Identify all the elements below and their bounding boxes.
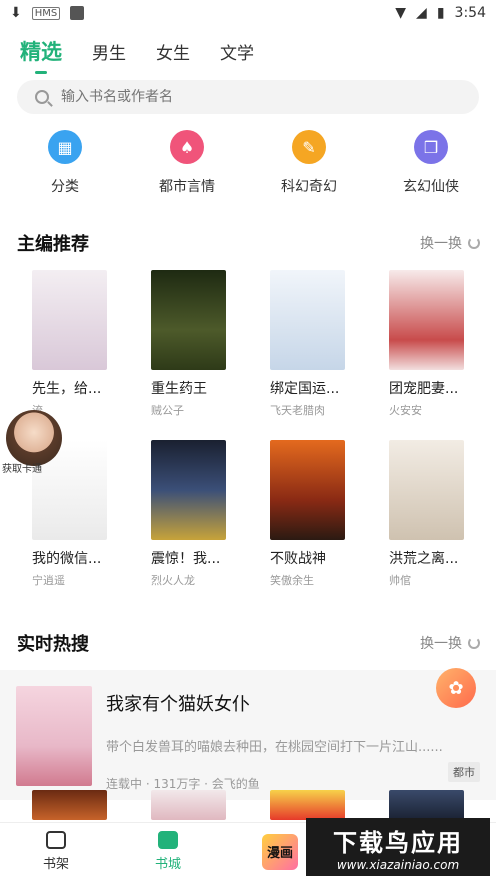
refresh-label: 换一换	[420, 636, 462, 652]
book-card[interactable]: 重生药王 贼公子	[151, 270, 226, 418]
search-bar[interactable]	[17, 80, 479, 114]
gift-icon: ✿	[448, 677, 464, 699]
book-icon: ❒	[414, 130, 448, 164]
bookshelf-icon	[46, 831, 66, 849]
book-card[interactable]: 团宠肥妻... 火安安	[389, 270, 464, 418]
next-row-covers	[0, 790, 496, 820]
signal-icon: ◢	[416, 5, 427, 21]
book-cover[interactable]	[32, 790, 107, 820]
book-cover	[270, 440, 345, 540]
tab-male[interactable]: 男生	[92, 39, 126, 64]
hot-book-info: 我家有个猫妖女仆 带个白发兽耳的喵娘去种田，在桃园空间打下一片江山...... …	[106, 686, 480, 800]
top-tabs: 精选 男生 女生 文学	[0, 26, 496, 76]
genre-tag: 都市	[448, 762, 480, 782]
watermark: 下载鸟应用 www.xiazainiao.com	[306, 818, 490, 876]
category-xianxia[interactable]: ❒ 玄幻仙侠	[376, 130, 486, 196]
hot-book-desc: 带个白发兽耳的喵娘去种田，在桃园空间打下一片江山......	[106, 740, 443, 755]
category-label: 分类	[51, 179, 79, 195]
section-title: 实时热搜	[17, 634, 89, 655]
book-cover	[270, 270, 345, 370]
book-title: 洪荒之离...	[389, 551, 459, 567]
book-cover	[151, 270, 226, 370]
refresh-label: 换一换	[420, 236, 462, 252]
high-heel-icon: ♠	[170, 130, 204, 164]
floating-avatar-caption: 获取卡通	[2, 464, 42, 475]
book-title: 不败战神	[270, 551, 326, 567]
nav-bookshelf[interactable]: 书架	[0, 831, 112, 872]
status-left: ⬇ HMS	[10, 5, 85, 21]
category-classify[interactable]: ▦ 分类	[10, 130, 120, 196]
category-label: 科幻奇幻	[281, 179, 337, 195]
nav-label: 书城	[154, 857, 181, 872]
book-author: 飞天老腊肉	[270, 404, 325, 417]
book-title: 绑定国运...	[270, 381, 340, 397]
wifi-icon: ▼	[395, 5, 407, 21]
search-input[interactable]	[61, 89, 361, 105]
book-cover	[32, 270, 107, 370]
book-card[interactable]: 震惊！我... 烈火人龙	[151, 440, 226, 588]
search-icon	[35, 90, 49, 104]
tab-featured[interactable]: 精选	[20, 36, 62, 74]
manga-icon: 漫画	[262, 833, 298, 870]
refresh-icon	[468, 237, 480, 249]
hot-section-header: 实时热搜 换一换	[0, 630, 496, 656]
category-label: 玄幻仙侠	[403, 179, 459, 195]
hot-book-title: 我家有个猫妖女仆	[106, 694, 250, 715]
hot-book-cover	[16, 686, 92, 786]
book-title: 震惊！我...	[151, 551, 221, 567]
download-icon: ⬇	[10, 5, 22, 21]
book-cover[interactable]	[151, 790, 226, 820]
hms-icon: HMS	[31, 6, 61, 20]
book-author: 宁逍遥	[32, 574, 65, 587]
book-cover[interactable]	[270, 790, 345, 820]
status-right: ▼ ◢ ▮ 3:54	[395, 5, 486, 21]
book-cover	[151, 440, 226, 540]
book-grid-row-2: 我的微信... 宁逍遥 震惊！我... 烈火人龙 不败战神 笑傲余生 洪荒之离.…	[0, 440, 496, 588]
refresh-button[interactable]: 换一换	[420, 633, 480, 653]
book-title: 先生，给...	[32, 381, 102, 397]
nav-bookstore[interactable]: 书城	[112, 831, 224, 872]
category-label: 都市言情	[159, 179, 215, 195]
book-author: 烈火人龙	[151, 574, 195, 587]
book-cover	[389, 440, 464, 540]
battery-icon: ▮	[436, 5, 445, 21]
a-icon	[70, 6, 85, 20]
category-urban-romance[interactable]: ♠ 都市言情	[132, 130, 242, 196]
book-title: 重生药王	[151, 381, 207, 397]
book-cover	[389, 270, 464, 370]
book-author: 笑傲余生	[270, 574, 314, 587]
book-author: 帅倌	[389, 574, 411, 587]
category-scifi-fantasy[interactable]: ✎ 科幻奇幻	[254, 130, 364, 196]
book-author: 贼公子	[151, 404, 184, 417]
book-title: 团宠肥妻...	[389, 381, 459, 397]
watermark-text: 下载鸟应用	[333, 828, 463, 857]
bookstore-icon	[158, 831, 178, 849]
watermark-url: www.xiazainiao.com	[336, 857, 460, 872]
section-title: 主编推荐	[17, 234, 89, 255]
book-card[interactable]: 洪荒之离... 帅倌	[389, 440, 464, 588]
book-card[interactable]: 绑定国运... 飞天老腊肉	[270, 270, 345, 418]
status-time: 3:54	[454, 5, 486, 21]
category-row: ▦ 分类 ♠ 都市言情 ✎ 科幻奇幻 ❒ 玄幻仙侠	[0, 114, 496, 196]
book-author: 火安安	[389, 404, 422, 417]
hot-book-card[interactable]: 我家有个猫妖女仆 带个白发兽耳的喵娘去种田，在桃园空间打下一片江山...... …	[0, 670, 496, 800]
book-title: 我的微信...	[32, 551, 102, 567]
grid-icon: ▦	[48, 130, 82, 164]
sword-icon: ✎	[292, 130, 326, 164]
refresh-icon	[468, 637, 480, 649]
book-card[interactable]: 不败战神 笑傲余生	[270, 440, 345, 588]
refresh-button[interactable]: 换一换	[420, 233, 480, 253]
editor-section-header: 主编推荐 换一换	[0, 230, 496, 256]
nav-label: 书架	[42, 857, 69, 872]
book-grid-row-1: 先生，给... 流 重生药王 贼公子 绑定国运... 飞天老腊肉 团宠肥妻...…	[0, 270, 496, 418]
book-card[interactable]: 先生，给... 流	[32, 270, 107, 418]
status-bar: ⬇ HMS ▼ ◢ ▮ 3:54	[0, 0, 496, 26]
tab-female[interactable]: 女生	[156, 39, 190, 64]
tab-literature[interactable]: 文学	[220, 39, 254, 64]
float-gift-button[interactable]: ✿	[436, 668, 476, 708]
floating-avatar[interactable]	[6, 410, 62, 466]
book-cover[interactable]	[389, 790, 464, 820]
